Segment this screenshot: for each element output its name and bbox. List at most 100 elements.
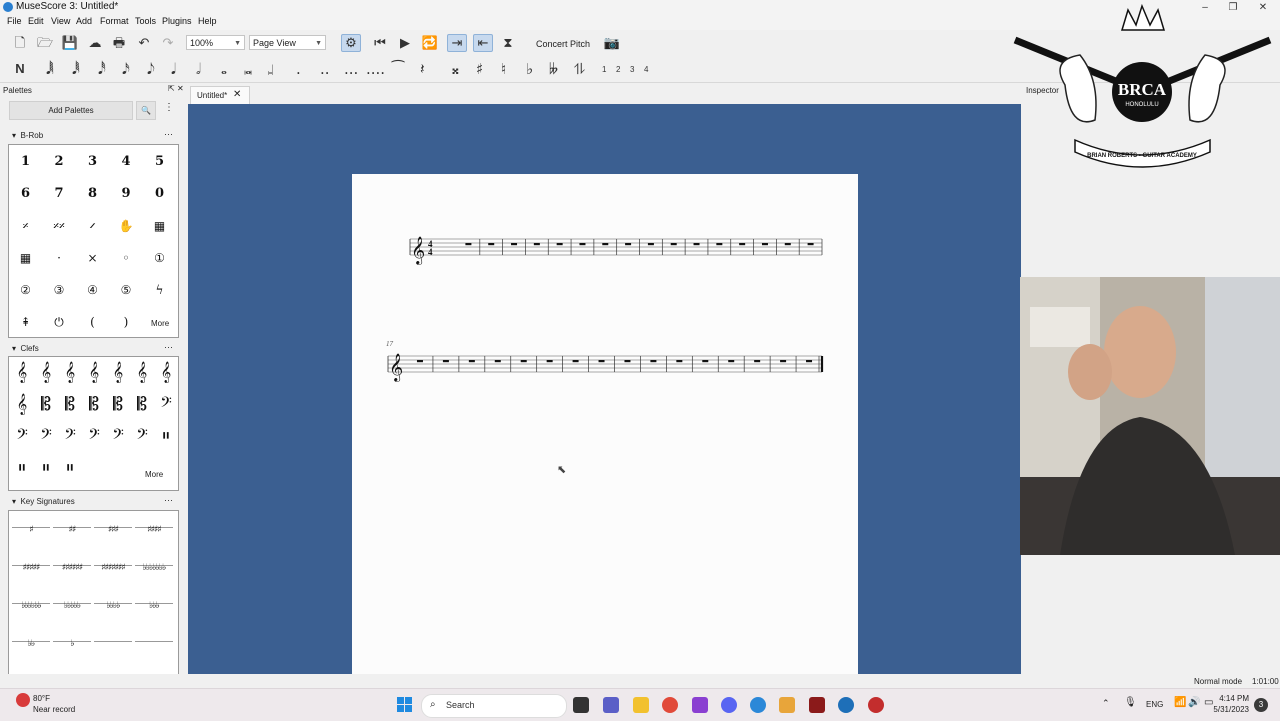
wifi-icon[interactable]: 📶 (1174, 697, 1186, 708)
task-view-icon[interactable] (573, 697, 589, 713)
b-rob-palette-cell[interactable]: 4 (113, 149, 140, 175)
weather-alert-icon[interactable] (16, 693, 30, 707)
upload-cloud-icon[interactable]: ☁ (85, 34, 105, 52)
loop-out-icon[interactable]: ⇤ (473, 34, 493, 52)
key-signature-palette-cell[interactable]: ♯♯♯♯♯ (12, 553, 50, 583)
redo-icon[interactable]: ↷ (158, 34, 178, 52)
menu-format[interactable]: Format (100, 16, 129, 26)
whole-rest[interactable] (572, 360, 579, 363)
menu-add[interactable]: Add (76, 16, 92, 26)
b-rob-palette-cell[interactable]: 5 (146, 149, 173, 175)
b-rob-section-header[interactable]: ▾ B-Rob (12, 131, 43, 140)
b-rob-palette-cell[interactable]: ) (113, 309, 140, 335)
clef-palette-cell[interactable]: 𝄞 (107, 359, 129, 387)
b-rob-palette-cell[interactable]: 0 (146, 181, 173, 207)
clef-palette-cell[interactable]: 𝄞 (11, 359, 33, 387)
whole-rest[interactable] (533, 243, 540, 246)
whole-rest[interactable] (716, 243, 723, 246)
clef-palette-cell[interactable]: 𝄢 (155, 391, 177, 419)
b-rob-palette-cell[interactable]: ⇞ (12, 309, 39, 335)
whole-rest[interactable] (702, 360, 709, 363)
b-rob-palette-cell[interactable]: 𝄎 (12, 213, 39, 239)
voice-2-button[interactable]: 2 (616, 65, 620, 74)
voice-4-button[interactable]: 4 (644, 65, 648, 74)
close-tab-icon[interactable]: ✕ (233, 89, 241, 100)
clef-palette-cell[interactable]: 𝄥 (59, 455, 81, 483)
whole-rest[interactable] (602, 243, 609, 246)
rest-icon[interactable]: 𝄽 (420, 60, 425, 78)
whole-rest[interactable] (511, 243, 518, 246)
clef-palette-cell[interactable]: 𝄞 (83, 359, 105, 387)
augmentation-dot-icon[interactable]: . (296, 60, 301, 78)
whole-rest[interactable] (494, 360, 501, 363)
microphone-icon[interactable]: 🎙 (1124, 697, 1137, 708)
clef-palette-cell[interactable]: 𝄥 (35, 455, 57, 483)
whole-rest[interactable] (442, 360, 449, 363)
b-rob-palette-cell[interactable]: 6 (12, 181, 39, 207)
whole-rest[interactable] (416, 360, 423, 363)
whole-rest[interactable] (556, 243, 563, 246)
clef-palette-cell[interactable]: 𝄡 (131, 391, 153, 419)
whole-rest[interactable] (784, 243, 791, 246)
discord-icon[interactable] (721, 697, 737, 713)
b-rob-palette-cell[interactable]: 3 (79, 149, 106, 175)
media-app-icon[interactable] (779, 697, 795, 713)
key-signature-palette-cell[interactable]: ♯♯ (53, 515, 91, 545)
whole-rest[interactable] (624, 360, 631, 363)
teams-chat-icon[interactable] (603, 697, 619, 713)
whole-rest[interactable] (728, 360, 735, 363)
flat-icon[interactable]: ♭ (526, 60, 533, 78)
key-signature-palette-cell[interactable]: ♭♭ (12, 629, 50, 659)
new-score-icon[interactable]: 🗋 (10, 34, 30, 52)
clef-palette-cell[interactable]: 𝄞 (155, 359, 177, 387)
image-capture-icon[interactable]: 📷 (602, 34, 622, 52)
duration-quarter-icon[interactable]: 𝅘𝅥 (171, 60, 176, 78)
chrome-icon[interactable] (662, 697, 678, 713)
daw-app-icon[interactable] (809, 697, 825, 713)
key-signature-palette-cell[interactable]: ♭♭♭♭ (94, 591, 132, 621)
loop-icon[interactable]: 🔁 (420, 34, 440, 52)
b-rob-palette-cell[interactable]: ② (12, 277, 39, 303)
whole-rest[interactable] (579, 243, 586, 246)
edge-icon[interactable] (750, 697, 766, 713)
recorder-app-icon[interactable] (868, 697, 884, 713)
double-sharp-icon[interactable]: 𝄪 (452, 60, 459, 78)
duration-longa-icon[interactable]: 𝆷 (268, 60, 273, 78)
whole-rest[interactable] (693, 243, 700, 246)
b-rob-palette-cell[interactable]: ④ (79, 277, 106, 303)
key-signature-palette-cell[interactable] (94, 629, 132, 659)
section-options-icon[interactable]: ··· (164, 495, 173, 505)
key-signature-palette-cell[interactable]: ♭♭♭♭♭♭♭ (135, 553, 173, 583)
clef-palette-cell[interactable]: 𝄥 (155, 423, 177, 451)
b-rob-palette-cell[interactable]: ⑤ (113, 277, 140, 303)
b-rob-palette-cell[interactable]: ✋ (113, 213, 140, 239)
whole-rest[interactable] (806, 360, 813, 363)
zoom-select[interactable]: 100% ▼ (186, 35, 245, 50)
duration-1024-icon[interactable]: 𝅘𝅥𝅲 (46, 60, 54, 78)
b-rob-palette-cell[interactable]: · (46, 245, 73, 271)
weather-desc[interactable]: Near record (33, 705, 75, 714)
b-rob-palette-cell[interactable]: 2 (46, 149, 73, 175)
whole-rest[interactable] (739, 243, 746, 246)
chevron-up-icon[interactable]: ⌃ (1102, 698, 1110, 709)
clef-palette-cell[interactable]: 𝄞 (11, 391, 33, 419)
clef-palette-cell[interactable]: 𝄢 (11, 423, 33, 451)
view-mode-select[interactable]: Page View ▼ (249, 35, 326, 50)
duration-eighth-icon[interactable]: 𝅘𝅥𝅮 (147, 60, 155, 78)
whole-rest[interactable] (468, 360, 475, 363)
clef-palette-cell[interactable]: 𝄢 (35, 423, 57, 451)
double-flat-icon[interactable]: 𝄫 (549, 60, 558, 78)
weather-temp[interactable]: 80°F (33, 694, 50, 703)
b-rob-more-button[interactable]: More (151, 319, 169, 328)
whole-rest[interactable] (465, 243, 472, 246)
volume-icon[interactable]: 🔊 (1188, 697, 1200, 708)
whole-rest[interactable] (598, 360, 605, 363)
whole-rest[interactable] (670, 243, 677, 246)
whole-rest[interactable] (676, 360, 683, 363)
close-panel-icon[interactable]: ✕ (177, 84, 184, 93)
duration-breve-icon[interactable]: 𝅜 (244, 60, 253, 78)
rewind-icon[interactable]: ⏮ (370, 34, 390, 52)
clef-palette-cell[interactable]: 𝄡 (107, 391, 129, 419)
b-rob-palette-cell[interactable]: ◦ (113, 245, 140, 271)
menu-help[interactable]: Help (198, 16, 217, 26)
